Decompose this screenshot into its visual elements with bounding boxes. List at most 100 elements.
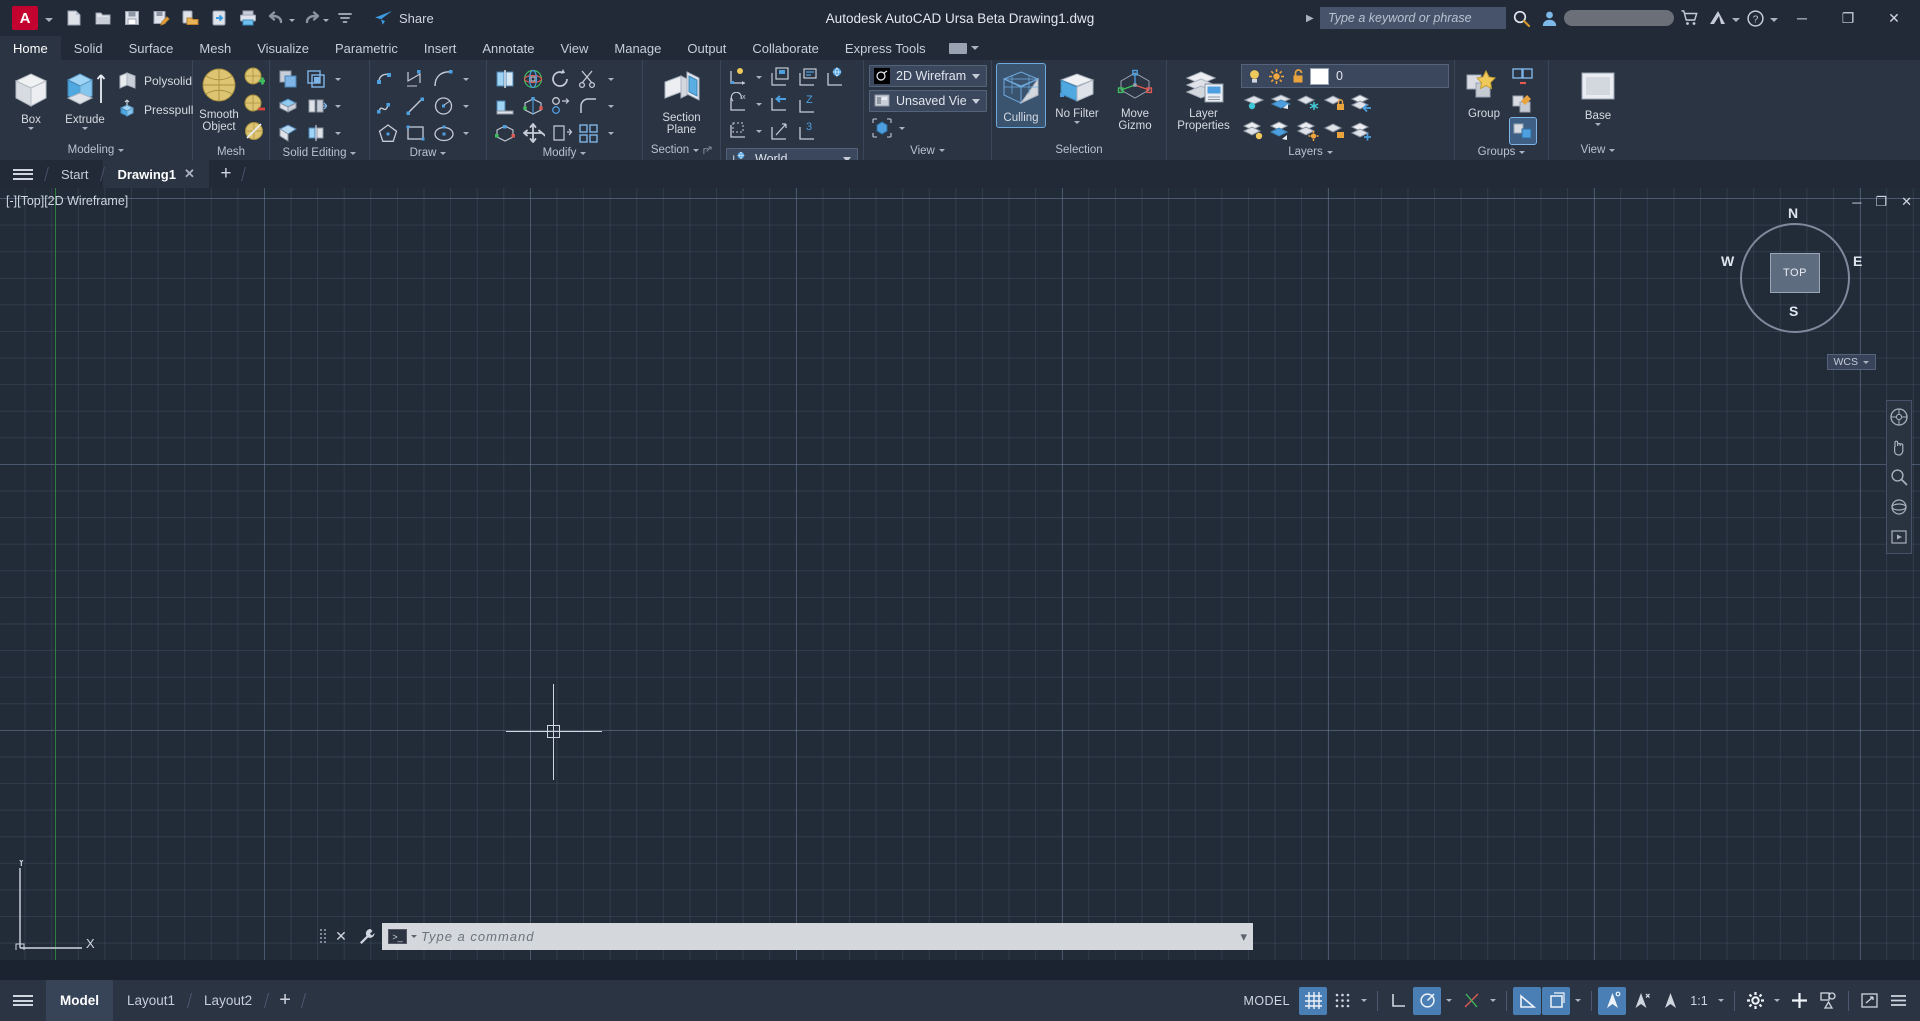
base-view-button[interactable]: Base: [1567, 66, 1629, 129]
share-button[interactable]: Share: [368, 7, 440, 29]
layer-control-combo[interactable]: 0: [1241, 64, 1449, 88]
layer-freeze-icon[interactable]: [1266, 66, 1286, 86]
autoscale-toggle[interactable]: [1627, 987, 1655, 1015]
annotation-visibility-toggle[interactable]: [1598, 986, 1626, 1015]
panel-label-mesh[interactable]: Mesh: [193, 144, 269, 160]
dynamic-ucs-toggle[interactable]: [1542, 986, 1570, 1015]
arc-icon[interactable]: [431, 66, 457, 92]
panel-label-groups[interactable]: Groups: [1455, 144, 1548, 160]
undo-dropdown-icon[interactable]: [289, 11, 295, 25]
panel-label-draw[interactable]: Draw: [370, 146, 486, 160]
file-tab-start[interactable]: Start: [47, 160, 102, 188]
panel-label-section[interactable]: Section: [643, 140, 720, 160]
isolate-layer-icon[interactable]: [1241, 90, 1267, 116]
smooth-less-icon[interactable]: [241, 91, 267, 117]
command-input-wrapper[interactable]: >_ ▾: [382, 923, 1253, 950]
3d-mirror-icon[interactable]: [492, 66, 518, 92]
smooth-object-button[interactable]: Smooth Object: [198, 64, 240, 135]
annotation-scale-value[interactable]: 1:1: [1685, 987, 1713, 1015]
undo-icon[interactable]: [264, 5, 290, 31]
status-bar-menu-icon[interactable]: [0, 993, 46, 1009]
group-button[interactable]: Group: [1460, 64, 1508, 123]
close-button[interactable]: ✕: [1872, 0, 1916, 36]
grid-display-toggle[interactable]: [1299, 986, 1327, 1015]
search-expand-icon[interactable]: ▶: [1306, 13, 1318, 24]
search-icon[interactable]: [1508, 5, 1534, 31]
ribbon-tab-solid[interactable]: Solid: [61, 36, 116, 60]
help-icon[interactable]: ?: [1742, 5, 1768, 31]
ucs-named-icon[interactable]: [767, 64, 793, 90]
viewport-config-dropdown-icon[interactable]: [895, 115, 908, 141]
panel-label-modeling[interactable]: Modeling: [0, 140, 192, 160]
fillet-icon[interactable]: [576, 93, 602, 119]
ribbon-tab-insert[interactable]: Insert: [411, 36, 470, 60]
plot-icon[interactable]: [235, 5, 261, 31]
circle-dropdown-icon[interactable]: [459, 93, 472, 119]
box-button[interactable]: Box: [5, 64, 57, 133]
rotate-icon[interactable]: [548, 66, 574, 92]
taper-faces-icon[interactable]: [275, 120, 301, 146]
viewport-config-icon[interactable]: [869, 115, 895, 141]
layout-tab-layout2[interactable]: Layout2: [190, 980, 266, 1021]
polar-tracking-toggle[interactable]: [1413, 986, 1441, 1015]
new-file-tab-button[interactable]: +: [209, 160, 243, 188]
extrude-faces-icon[interactable]: [275, 93, 301, 119]
ellipse-dropdown-icon[interactable]: [459, 120, 472, 146]
annotation-scale-icon[interactable]: [1656, 987, 1684, 1015]
group-edit-icon[interactable]: [1510, 91, 1536, 117]
ungroup-icon[interactable]: [1510, 64, 1536, 90]
ribbon-tab-visualize[interactable]: Visualize: [244, 36, 322, 60]
gear-icon[interactable]: [1741, 987, 1769, 1015]
file-tab-drawing1[interactable]: Drawing1 ✕: [103, 160, 209, 188]
layer-properties-button[interactable]: Layer Properties: [1172, 64, 1235, 135]
view-cube-top-face[interactable]: TOP: [1770, 253, 1820, 293]
search-input[interactable]: [1320, 7, 1506, 29]
showmotion-icon[interactable]: [1888, 526, 1910, 548]
autodesk-account-icon[interactable]: [1704, 5, 1730, 31]
ellipse-icon[interactable]: [431, 120, 457, 146]
ucs-3point-icon[interactable]: 3: [795, 118, 821, 144]
line-icon[interactable]: [403, 93, 429, 119]
polar-dropdown-icon[interactable]: [1442, 987, 1456, 1015]
ucs-rotate-dropdown-icon[interactable]: [752, 91, 765, 117]
open-icon[interactable]: [90, 5, 116, 31]
user-account-icon[interactable]: [1536, 5, 1562, 31]
restore-button[interactable]: ❐: [1826, 0, 1870, 36]
polysolid-button[interactable]: Polysolid: [113, 68, 197, 94]
culling-button[interactable]: Culling: [996, 63, 1046, 128]
viewport-close-icon[interactable]: ✕: [1901, 194, 1912, 210]
layer-lock-icon[interactable]: [1288, 66, 1308, 86]
open-from-web-icon[interactable]: [177, 5, 203, 31]
new-layout-button[interactable]: +: [267, 989, 303, 1012]
ucs-rotate-x-icon[interactable]: x: [726, 91, 752, 117]
slice-icon[interactable]: [303, 93, 329, 119]
command-prompt-icon[interactable]: >_: [388, 929, 407, 944]
panel-label-solid-editing[interactable]: Solid Editing: [270, 146, 369, 160]
user-name-redacted[interactable]: [1564, 10, 1674, 26]
ribbon-tab-collaborate[interactable]: Collaborate: [739, 36, 832, 60]
trim-icon[interactable]: [576, 66, 602, 92]
move-icon[interactable]: [520, 120, 546, 146]
explode-icon[interactable]: [576, 120, 602, 146]
wcs-selector[interactable]: WCS: [1826, 354, 1876, 370]
ortho-mode-toggle[interactable]: [1384, 987, 1412, 1015]
unlock-layer-icon[interactable]: [1322, 118, 1348, 144]
viewport-minimize-icon[interactable]: ─: [1852, 195, 1861, 210]
redo-dropdown-icon[interactable]: [323, 11, 329, 25]
rectangle-icon[interactable]: [403, 120, 429, 146]
drawing-canvas[interactable]: [-][Top][2D Wireframe] ─ ❐ ✕ Y X TOP N E: [0, 188, 1920, 960]
minimize-button[interactable]: ─: [1780, 0, 1824, 36]
union-icon[interactable]: [275, 66, 301, 92]
arc-dropdown-icon[interactable]: [459, 66, 472, 92]
workspace-switcher[interactable]: [939, 36, 989, 60]
save-to-web-icon[interactable]: [206, 5, 232, 31]
wrench-icon[interactable]: [354, 926, 380, 948]
ucs-world-icon[interactable]: [823, 64, 849, 90]
layer-on-off-icon[interactable]: [1244, 66, 1264, 86]
layout-tab-layout1[interactable]: Layout1: [113, 980, 189, 1021]
shopping-cart-icon[interactable]: [1676, 5, 1702, 31]
make-current-icon[interactable]: [1268, 118, 1294, 144]
ribbon-tab-manage[interactable]: Manage: [601, 36, 674, 60]
isolate-objects-icon[interactable]: [1814, 987, 1842, 1015]
lock-layer-icon[interactable]: [1322, 90, 1348, 116]
